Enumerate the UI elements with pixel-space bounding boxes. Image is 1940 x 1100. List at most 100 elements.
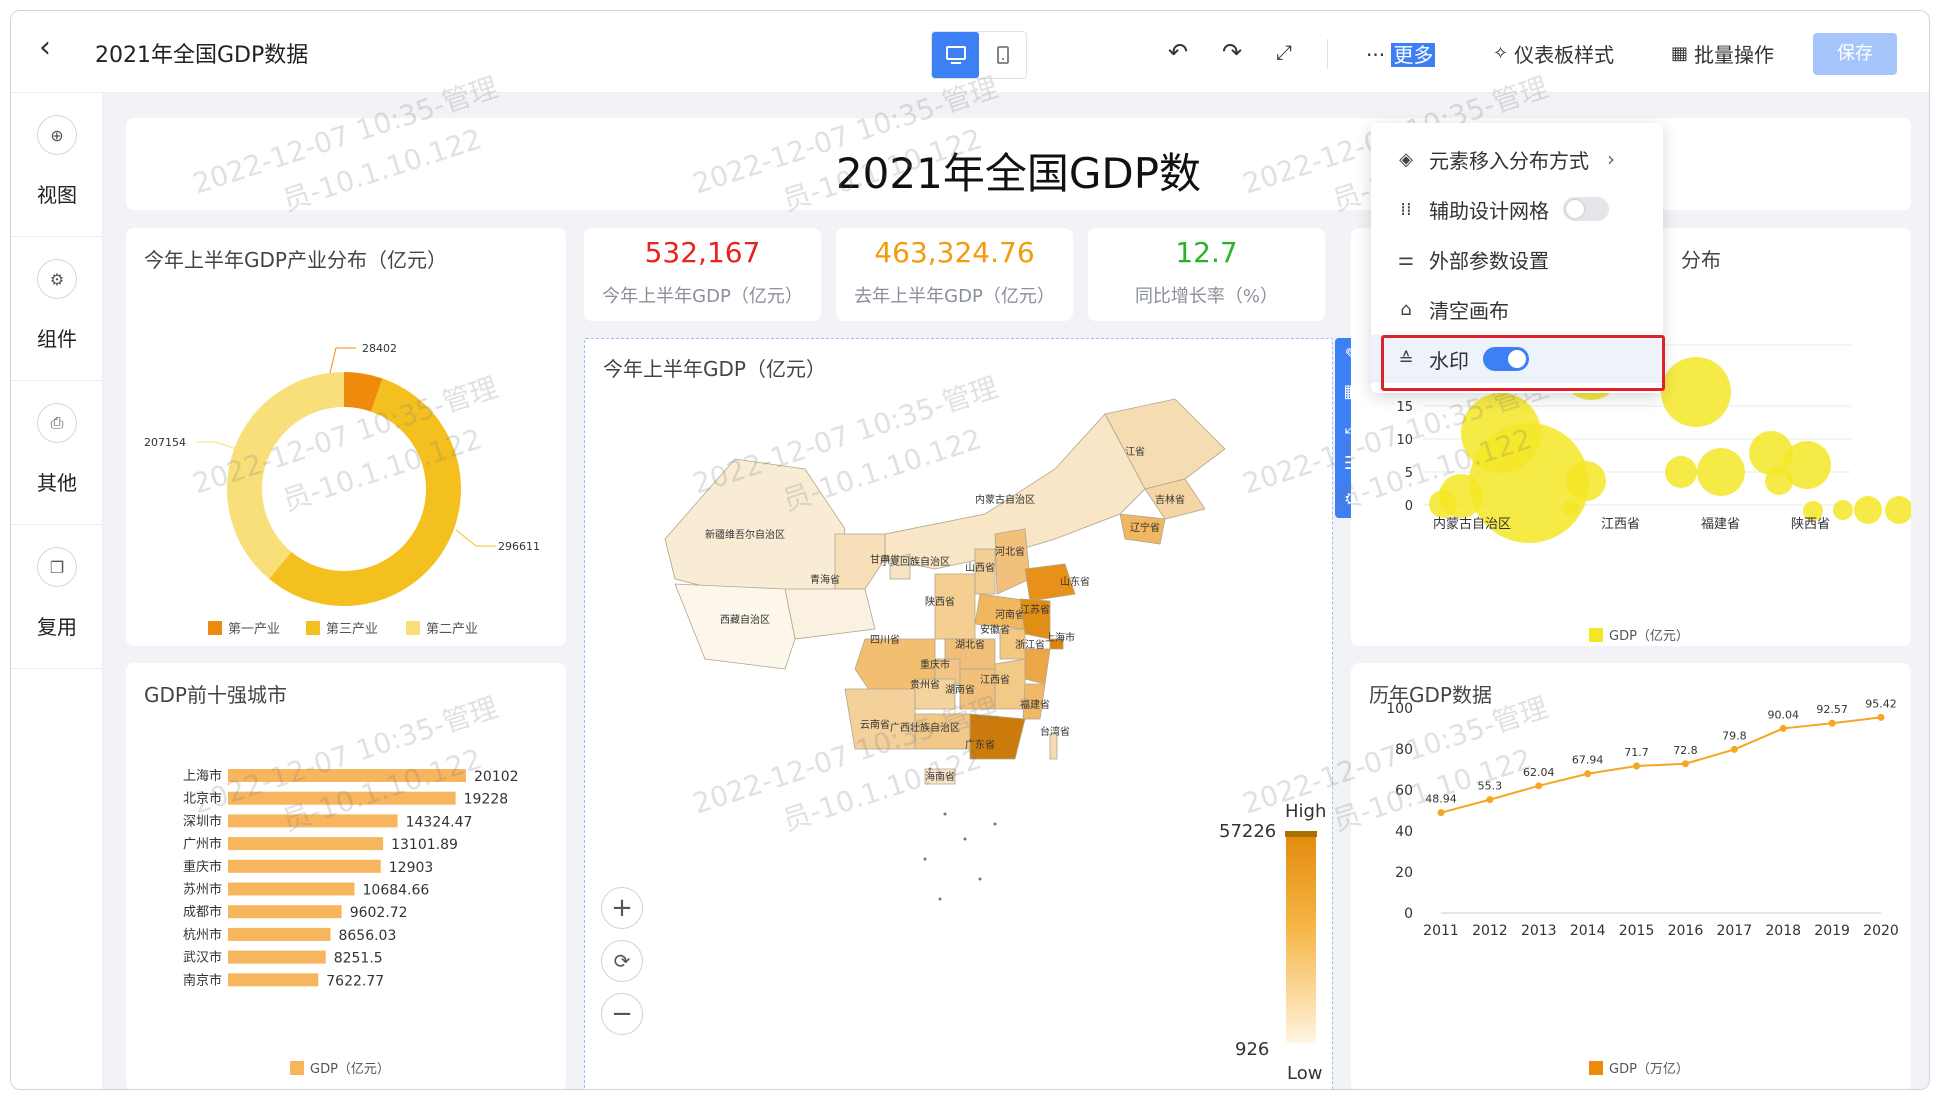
more-menu-button[interactable]: ··· 更多 (1366, 39, 1436, 68)
printer-icon: ⎙ (37, 403, 77, 443)
map-province[interactable]: 陕西省 (925, 573, 976, 640)
zoom-out-button[interactable]: − (601, 993, 643, 1035)
bar-category-label: 苏州市 (183, 882, 222, 898)
kpi-value: 532,167 (644, 236, 761, 269)
sidebar-item-reuse[interactable]: ❐ 复用 (11, 525, 103, 669)
donut-chart-card[interactable]: 今年上半年GDP产业分布（亿元） 28402 207154 296611 第一产业 第三… (126, 228, 566, 646)
bubble (1563, 500, 1579, 516)
dashboard-style-button[interactable]: ✧ 仪表板样式 (1493, 39, 1614, 68)
visual-map-high-handle[interactable] (1285, 831, 1317, 837)
province-label: 海南省 (925, 770, 955, 783)
bubble (1429, 490, 1457, 518)
legend-label: GDP（亿元） (310, 1062, 390, 1077)
grid-dots-icon: ⁞⁞ (1400, 198, 1412, 220)
bar-category-label: 广州市 (183, 836, 222, 852)
legend-high-label: High (1285, 801, 1327, 822)
legend-label: GDP（亿元） (1609, 629, 1689, 644)
grid-toggle-switch[interactable] (1563, 197, 1609, 221)
y-tick-label: 100 (1386, 701, 1413, 717)
map-province[interactable]: 河北省 (994, 528, 1031, 595)
province-label: 湖南省 (945, 683, 975, 696)
menu-item-external-params[interactable]: ⚌ 外部参数设置 (1371, 235, 1663, 283)
chevron-right-icon: › (1607, 147, 1615, 171)
bar-value-label: 20102 (474, 769, 519, 785)
province-label: 台湾省 (1040, 725, 1070, 738)
map-province[interactable]: 西藏自治区 (674, 583, 796, 670)
bar (228, 791, 456, 805)
kpi-label: 同比增长率（%） (1134, 286, 1279, 307)
map-province[interactable]: 山东省 (1024, 563, 1090, 602)
y-tick-label: 80 (1395, 742, 1413, 758)
map-province[interactable]: 广东省 (965, 713, 1026, 760)
mobile-view-button[interactable] (979, 32, 1026, 78)
legend-min-value: 926 (1235, 1039, 1270, 1060)
redo-icon[interactable]: ↷ (1217, 37, 1247, 67)
x-tick-label: 内蒙古自治区 (1433, 516, 1511, 532)
menu-item-label: 清空画布 (1429, 298, 1509, 323)
province-label: 青海省 (810, 573, 840, 586)
menu-item-clear-canvas[interactable]: ⌂ 清空画布 (1371, 285, 1663, 333)
map-chart-card[interactable]: 今年上半年GDP（亿元） 黑龙江省吉林省辽宁省内蒙古自治区新疆维吾尔自治区甘肃省… (584, 338, 1333, 1089)
slice-label: 207154 (144, 436, 186, 449)
bar-value-label: 13101.89 (391, 837, 458, 853)
legend-label: 第二产业 (426, 622, 478, 637)
kpi-card[interactable]: 463,324.76 去年上半年GDP（亿元） (836, 228, 1073, 321)
province-label: 湖北省 (955, 638, 985, 651)
undo-icon[interactable]: ↶ (1163, 37, 1193, 67)
line-chart-card[interactable]: 历年GDP数据 0 20 40 60 80 100 2011 2012 2013 2014 2015… (1351, 663, 1911, 1089)
data-point (1535, 782, 1543, 790)
map-province[interactable]: 台湾省 (1040, 725, 1070, 760)
map-province[interactable]: 上海市 (1045, 631, 1075, 650)
data-point (1779, 724, 1787, 732)
map-province[interactable]: 海南省 (924, 768, 956, 785)
pin-icon: ✧ (1493, 43, 1509, 64)
zoom-in-button[interactable]: + (601, 887, 643, 929)
menu-item-element-distribution[interactable]: ◈ 元素移入分布方式 › (1371, 135, 1663, 183)
reset-view-button[interactable]: ⟳ (601, 940, 643, 982)
bubble (1885, 496, 1911, 524)
bar-chart-card[interactable]: GDP前十强城市 上海市 20102 北京市 19228 深圳市 14324.47 广州市 1… (126, 663, 566, 1089)
bar-value-label: 9602.72 (350, 905, 408, 921)
desktop-view-button[interactable] (932, 32, 979, 78)
slice-label: 28402 (362, 342, 397, 355)
back-arrow-icon[interactable]: ‹ (39, 33, 69, 63)
data-point (1681, 760, 1689, 768)
province-shape (784, 588, 876, 640)
leader-line (196, 441, 237, 450)
legend-swatch (290, 1061, 304, 1075)
visual-map-gradient[interactable] (1286, 831, 1316, 1043)
map-province[interactable]: 福建省 (1020, 683, 1050, 720)
sidebar-item-view[interactable]: ⊕ 视图 (11, 93, 103, 237)
y-tick-label: 20 (1395, 865, 1413, 881)
legend-swatch (1589, 1061, 1603, 1075)
batch-operation-button[interactable]: ▦ 批量操作 (1671, 39, 1774, 68)
component-sidebar: ⊕ 视图 ⚙ 组件 ⎙ 其他 ❐ 复用 (11, 93, 103, 1089)
map-province[interactable]: 云南省 (844, 688, 916, 750)
kpi-card[interactable]: 12.7 同比增长率（%） (1088, 228, 1325, 321)
x-tick-label: 2020 (1863, 923, 1899, 939)
province-label: 山东省 (1060, 575, 1090, 588)
x-tick-label: 2014 (1570, 923, 1606, 939)
x-tick-label: 2013 (1521, 923, 1557, 939)
fullscreen-icon[interactable]: ⤢ (1269, 37, 1299, 67)
data-label: 71.7 (1624, 746, 1649, 759)
province-shape (674, 583, 796, 670)
sidebar-item-component[interactable]: ⚙ 组件 (11, 237, 103, 381)
top-toolbar: ‹ 2021年全国GDP数据 ↶ ↷ ⤢ ··· 更多 ✧ 仪表板样式 ▦ 批量… (11, 11, 1929, 93)
sidebar-item-other[interactable]: ⎙ 其他 (11, 381, 103, 525)
province-label: 西藏自治区 (720, 613, 770, 626)
menu-item-label: 外部参数设置 (1429, 248, 1549, 273)
data-label: 55.3 (1478, 780, 1503, 793)
province-label: 广东省 (965, 738, 995, 751)
batch-operation-label: 批量操作 (1694, 43, 1775, 67)
map-province[interactable]: 辽宁省 (1119, 513, 1166, 545)
save-button[interactable]: 保存 (1813, 33, 1897, 75)
kpi-card[interactable]: 532,167 今年上半年GDP（亿元） (584, 228, 821, 321)
page-title: 2021年全国GDP数据 (95, 43, 309, 68)
province-label: 浙江省 (1015, 638, 1045, 651)
more-label: 更多 (1391, 43, 1436, 67)
bubble (1697, 448, 1745, 496)
menu-item-design-grid[interactable]: ⁞⁞ 辅助设计网格 (1371, 185, 1663, 233)
province-label: 福建省 (1020, 698, 1050, 711)
broom-icon: ⌂ (1400, 298, 1412, 320)
